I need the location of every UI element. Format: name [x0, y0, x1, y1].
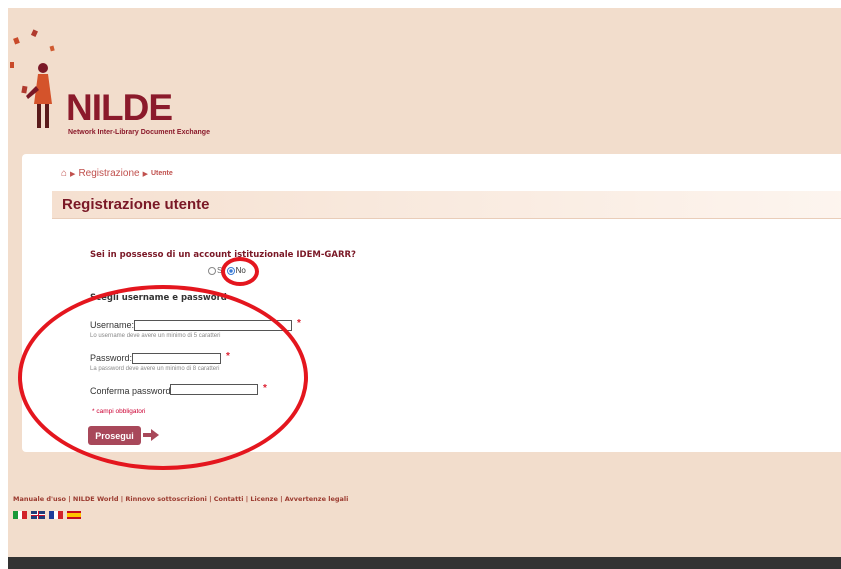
idem-question: Sei in possesso di un account istituzion… — [90, 250, 356, 260]
prosegui-button[interactable]: Prosegui — [88, 426, 141, 445]
username-hint: Lo username deve avere un minimo di 5 ca… — [90, 333, 221, 339]
breadcrumb-item-utente: Utente — [150, 170, 173, 177]
home-icon[interactable]: ⌂ — [61, 168, 67, 179]
arrow-right-icon — [143, 429, 159, 441]
title-bar: Registrazione utente — [52, 191, 841, 219]
radio-no-label: No — [235, 266, 246, 275]
nilde-logo[interactable]: NILDE Network Inter-Library Document Exc… — [8, 26, 248, 141]
registration-card: ⌂ ▶ Registrazione ▶ Utente Registrazione… — [18, 154, 841, 470]
flag-es-icon[interactable] — [67, 511, 81, 519]
annotation-circle-form — [18, 285, 308, 470]
language-flags — [13, 511, 81, 519]
idem-radio-group: Sì No — [208, 266, 246, 275]
breadcrumb: ⌂ ▶ Registrazione ▶ Utente — [61, 168, 173, 179]
bottom-bar — [8, 557, 841, 569]
required-fields-note: * campi obbligatori — [92, 408, 146, 415]
radio-no[interactable] — [226, 266, 235, 275]
confirm-password-label: Conferma password: — [90, 386, 174, 396]
username-input[interactable] — [134, 320, 292, 331]
logo-title: NILDE — [66, 87, 173, 128]
page: NILDE Network Inter-Library Document Exc… — [8, 8, 841, 569]
logo-subtitle: Network Inter-Library Document Exchange — [68, 129, 210, 136]
username-label: Username: — [90, 320, 135, 330]
page-title: Registrazione utente — [62, 196, 210, 213]
breadcrumb-separator-icon: ▶ — [70, 170, 76, 178]
confirm-password-input[interactable] — [170, 384, 258, 395]
flag-fr-icon[interactable] — [49, 511, 64, 519]
radio-si[interactable] — [208, 266, 216, 275]
flag-it-icon[interactable] — [13, 511, 28, 519]
password-input[interactable] — [132, 353, 221, 364]
required-marker: * — [226, 351, 230, 362]
breadcrumb-item-registrazione[interactable]: Registrazione — [78, 168, 139, 179]
radio-si-label: Sì — [217, 266, 225, 275]
breadcrumb-separator-icon: ▶ — [142, 170, 148, 178]
password-label: Password: — [90, 353, 133, 363]
flag-en-icon[interactable] — [31, 511, 45, 519]
required-marker: * — [297, 318, 301, 329]
password-hint: La password deve avere un minimo di 8 ca… — [90, 366, 220, 372]
required-marker: * — [263, 383, 267, 394]
credentials-section-title: Scegli username e password — [90, 293, 227, 303]
footer-links[interactable]: Manuale d'uso | NILDE World | Rinnovo so… — [13, 495, 348, 503]
